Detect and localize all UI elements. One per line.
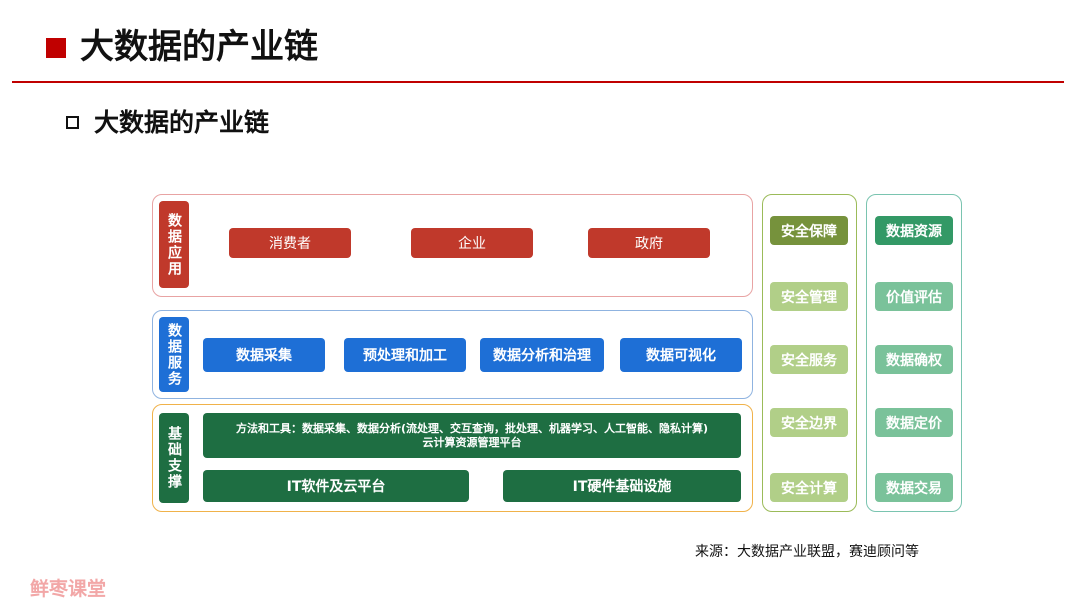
title-marker xyxy=(46,38,66,58)
value-assessment-box: 价值评估 xyxy=(875,282,953,311)
preprocessing-box: 预处理和加工 xyxy=(344,338,466,372)
data-application-label: 数据应用 xyxy=(159,201,189,288)
infrastructure-label: 基础支撑 xyxy=(159,413,189,503)
consumer-box: 消费者 xyxy=(229,228,351,258)
security-boundary-box: 安全边界 xyxy=(770,408,848,437)
data-application-panel: 数据应用 消费者 企业 政府 xyxy=(152,194,753,297)
tools-bar: 方法和工具：数据采集、数据分析(流处理、交互查询，批处理、机器学习、人工智能、隐… xyxy=(203,413,741,458)
data-rights-box: 数据确权 xyxy=(875,345,953,374)
data-analysis-box: 数据分析和治理 xyxy=(480,338,604,372)
section-subtitle: 大数据的产业链 xyxy=(94,108,270,137)
data-resource-box: 数据资源 xyxy=(875,216,953,245)
data-visualization-box: 数据可视化 xyxy=(620,338,742,372)
security-assurance-box: 安全保障 xyxy=(770,216,848,245)
security-management-box: 安全管理 xyxy=(770,282,848,311)
bullet-square-icon xyxy=(66,116,79,129)
government-box: 政府 xyxy=(588,228,710,258)
cloud-platform-text: 云计算资源管理平台 xyxy=(422,435,522,449)
it-software-box: IT软件及云平台 xyxy=(203,470,469,502)
enterprise-box: 企业 xyxy=(411,228,533,258)
watermark-logo: 鲜枣课堂 xyxy=(30,578,107,600)
tools-text: 方法和工具：数据采集、数据分析(流处理、交互查询，批处理、机器学习、人工智能、隐… xyxy=(235,421,709,435)
data-service-label: 数据服务 xyxy=(159,317,189,392)
page-title: 大数据的产业链 xyxy=(80,27,318,67)
security-service-box: 安全服务 xyxy=(770,345,848,374)
source-note: 来源：大数据产业联盟，赛迪顾问等 xyxy=(695,544,919,560)
title-divider xyxy=(12,81,1064,83)
data-pricing-box: 数据定价 xyxy=(875,408,953,437)
data-service-panel: 数据服务 数据采集 预处理和加工 数据分析和治理 数据可视化 xyxy=(152,310,753,399)
secure-computing-box: 安全计算 xyxy=(770,473,848,502)
it-hardware-box: IT硬件基础设施 xyxy=(503,470,741,502)
data-trading-box: 数据交易 xyxy=(875,473,953,502)
data-collection-box: 数据采集 xyxy=(203,338,325,372)
